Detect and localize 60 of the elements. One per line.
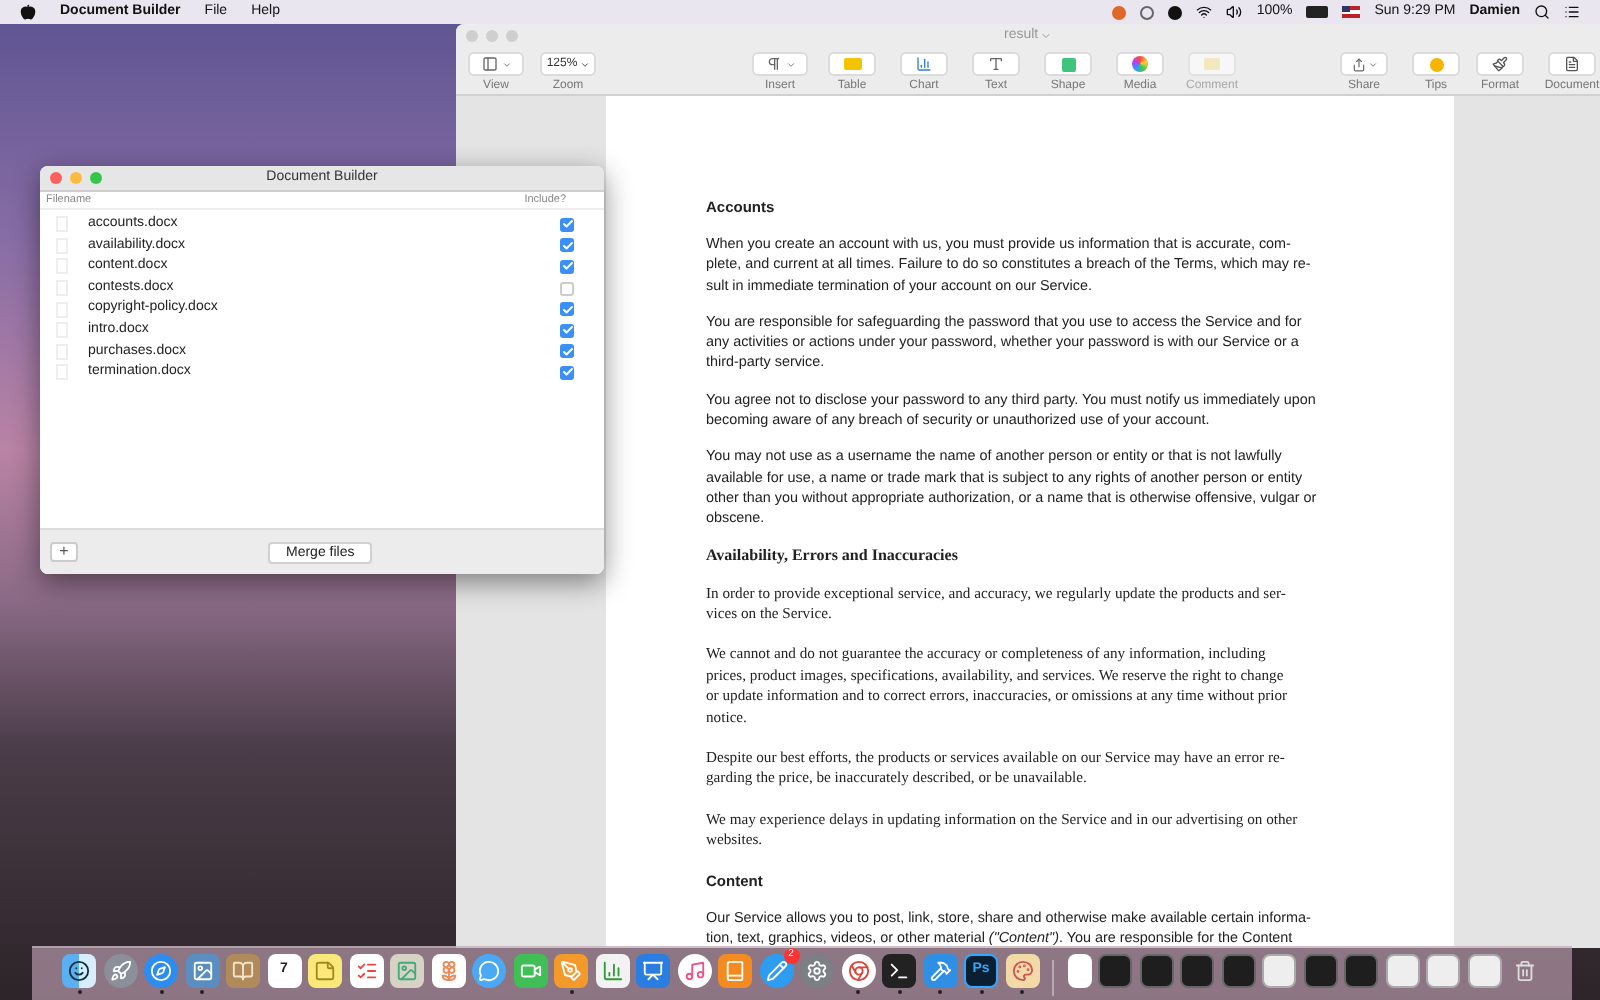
sidebar-view-icon <box>481 56 497 72</box>
checklist-icon[interactable] <box>349 954 383 988</box>
close-button[interactable] <box>50 172 62 184</box>
comment-icon <box>1188 52 1236 76</box>
chevron-down-icon <box>579 59 590 69</box>
pencil-icon[interactable] <box>759 954 793 988</box>
tips-icon <box>1412 52 1460 76</box>
table-icon <box>828 52 876 76</box>
list-icon[interactable] <box>1564 4 1580 20</box>
add-button[interactable]: + <box>50 542 78 562</box>
browser-icon[interactable] <box>841 954 875 988</box>
face-icon[interactable] <box>62 954 96 988</box>
window-thumbnail[interactable] <box>1467 954 1501 988</box>
paintbrush-icon <box>1476 52 1524 76</box>
bar-chart-icon <box>900 52 948 76</box>
volume-icon[interactable] <box>1226 4 1243 20</box>
apple-logo-icon[interactable] <box>20 4 36 20</box>
presentation-icon[interactable] <box>636 954 670 988</box>
window-thumbnail[interactable] <box>1262 954 1296 988</box>
document-thumbnail[interactable] <box>1067 954 1091 988</box>
palette-icon[interactable] <box>1005 954 1039 988</box>
text-icon <box>972 52 1020 76</box>
square-shape-icon <box>1044 52 1092 76</box>
window-thumbnail[interactable] <box>1139 954 1173 988</box>
chevron-down-icon <box>501 59 511 69</box>
search-icon[interactable] <box>1534 4 1550 20</box>
flower-icon[interactable] <box>431 954 465 988</box>
flag-icon[interactable] <box>1342 6 1361 18</box>
video-camera-icon[interactable] <box>513 954 547 988</box>
image-viewer-icon[interactable] <box>390 954 424 988</box>
battery-icon[interactable] <box>1306 6 1329 18</box>
section-heading: Availability, Errors and Inaccuracies <box>706 545 958 566</box>
terminal-icon[interactable] <box>882 954 916 988</box>
open-book-icon[interactable] <box>718 954 752 988</box>
share-icon <box>1351 57 1365 71</box>
color-wheel-icon <box>1116 52 1164 76</box>
music-note-icon[interactable] <box>677 954 711 988</box>
window-thumbnail[interactable] <box>1426 954 1460 988</box>
window-thumbnail[interactable] <box>1221 954 1255 988</box>
window-thumbnail[interactable] <box>1180 954 1214 988</box>
window-thumbnail[interactable] <box>1385 954 1419 988</box>
include-checkbox[interactable] <box>560 302 574 317</box>
chevron-down-icon <box>1367 59 1377 69</box>
speech-bubble-icon[interactable] <box>472 954 506 988</box>
rocket-icon[interactable] <box>103 954 137 988</box>
book-icon[interactable] <box>226 954 260 988</box>
pilcrow-icon <box>765 56 781 72</box>
pen-icon[interactable] <box>554 954 588 988</box>
note-icon[interactable] <box>308 954 342 988</box>
window-thumbnail[interactable] <box>1344 954 1378 988</box>
hammer-icon[interactable] <box>923 954 957 988</box>
chevron-down-icon <box>785 59 795 69</box>
wifi-icon[interactable] <box>1196 4 1213 20</box>
photo-icon[interactable] <box>185 954 219 988</box>
include-checkbox[interactable] <box>560 281 574 296</box>
compass-icon[interactable] <box>144 954 178 988</box>
bar-chart-icon[interactable] <box>595 954 629 988</box>
window-thumbnail[interactable] <box>1098 954 1132 988</box>
gear-icon[interactable] <box>800 954 834 988</box>
window-thumbnail[interactable] <box>1303 954 1337 988</box>
